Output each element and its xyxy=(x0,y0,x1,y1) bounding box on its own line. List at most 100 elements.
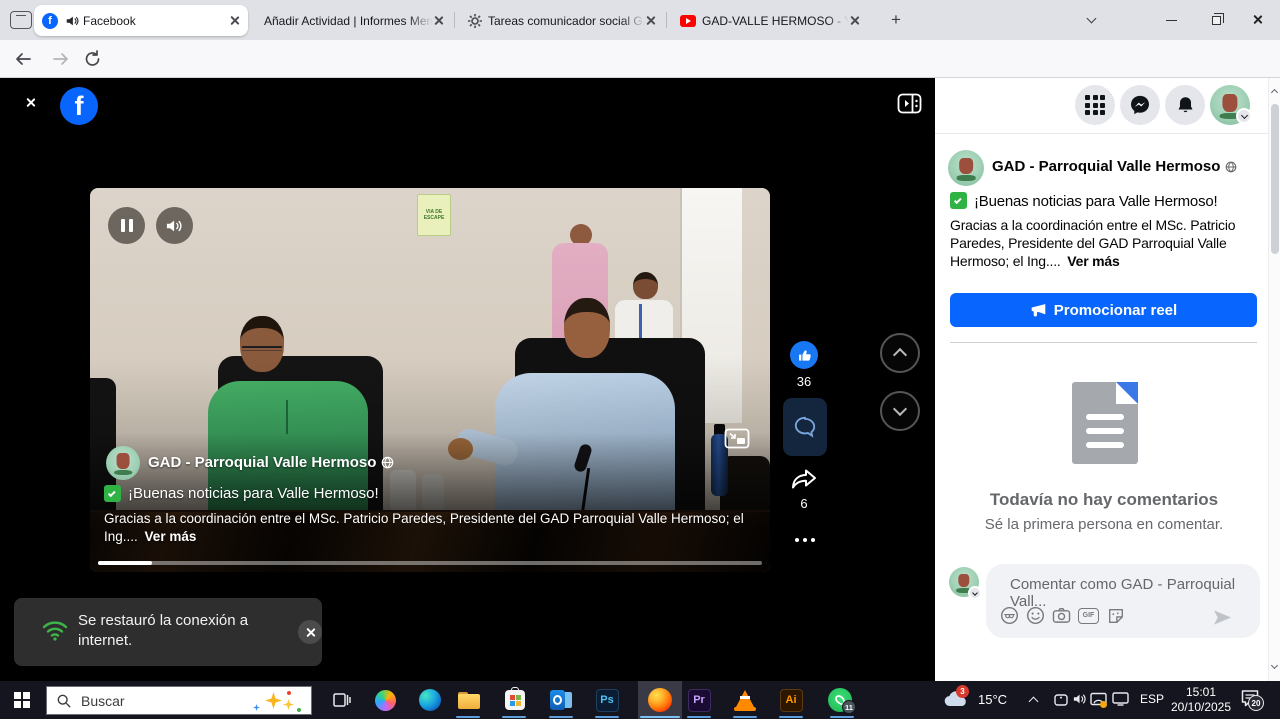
list-tabs-chevron-icon[interactable] xyxy=(1087,14,1097,24)
camera-icon[interactable] xyxy=(1052,606,1071,625)
page-avatar[interactable] xyxy=(106,446,140,480)
more-options-icon[interactable] xyxy=(795,538,815,542)
page-name: GAD - Parroquial Valle Hermoso xyxy=(992,158,1220,175)
phone-link-icon[interactable] xyxy=(1053,692,1069,713)
scroll-up-icon[interactable] xyxy=(1270,89,1277,96)
volume-button[interactable] xyxy=(156,207,193,244)
promote-reel-button[interactable]: Promocionar reel xyxy=(950,293,1257,327)
back-button[interactable] xyxy=(14,51,32,67)
reel-video[interactable]: VIA DE ESCAPE xyxy=(90,188,770,572)
tab-label: Añadir Actividad | Informes Mensua xyxy=(264,14,433,28)
firefox-view-icon[interactable] xyxy=(10,11,32,29)
toast-close-button[interactable] xyxy=(298,620,322,644)
emoji-smiley-icon[interactable] xyxy=(1026,606,1045,625)
premiere-button[interactable]: Pr xyxy=(687,688,711,712)
photoshop-button[interactable]: Ps xyxy=(595,688,619,712)
page-avatar[interactable] xyxy=(948,150,984,186)
comment-bubble-icon xyxy=(792,414,818,440)
chevron-up-icon xyxy=(893,348,907,362)
sidebar-scrollbar[interactable] xyxy=(1268,78,1280,681)
tab-youtube[interactable]: GAD-VALLE HERMOSO - YouTu xyxy=(672,5,868,36)
scroll-down-icon[interactable] xyxy=(1270,662,1277,669)
scrollbar-thumb[interactable] xyxy=(1271,104,1279,254)
tab-close-icon[interactable] xyxy=(433,15,444,26)
wifi-icon xyxy=(42,619,68,641)
new-tab-button[interactable]: + xyxy=(886,10,906,30)
picture-in-picture-icon[interactable] xyxy=(724,428,750,449)
send-comment-icon[interactable] xyxy=(1212,608,1233,627)
facebook-logo[interactable]: f xyxy=(60,87,98,125)
weather-button[interactable]: 3 xyxy=(942,689,970,711)
task-view-button[interactable] xyxy=(330,688,354,712)
vlc-cone-icon xyxy=(734,690,756,711)
tray-expand-icon[interactable] xyxy=(1029,697,1039,707)
tab-tareas[interactable]: Tareas comunicador social GAD xyxy=(460,5,664,36)
sticker-icon[interactable] xyxy=(1106,606,1125,625)
page-name-row[interactable]: GAD - Parroquial Valle Hermoso xyxy=(992,158,1237,175)
previous-reel-button[interactable] xyxy=(880,333,920,373)
see-more-link[interactable]: Ver más xyxy=(145,529,197,544)
clock[interactable]: 15:01 20/10/2025 xyxy=(1165,685,1237,715)
next-reel-button[interactable] xyxy=(880,391,920,431)
network-icon[interactable] xyxy=(1112,692,1129,711)
escape-route-sign: VIA DE ESCAPE xyxy=(417,194,451,236)
post-body: Gracias a la coordinación entre el MSc. … xyxy=(950,216,1270,270)
comments-toggle-button[interactable] xyxy=(783,398,827,456)
window-close-button[interactable] xyxy=(1238,0,1278,40)
notification-center-button[interactable]: 20 xyxy=(1240,689,1266,711)
collapse-sidebar-icon[interactable] xyxy=(897,93,922,114)
comment-composer[interactable]: Comentar como GAD - Parroquial Vall... G… xyxy=(986,564,1260,638)
start-button[interactable] xyxy=(10,688,34,712)
speaker-figure-head xyxy=(564,298,610,358)
avatar-sticker-icon[interactable] xyxy=(1000,606,1019,625)
like-button[interactable] xyxy=(790,341,818,369)
check-emoji xyxy=(104,485,121,502)
connection-toast: Se restauró la conexión a internet. xyxy=(14,598,322,666)
apps-menu-button[interactable] xyxy=(1075,85,1115,125)
pause-icon xyxy=(121,219,133,232)
post-headline: ¡Buenas noticias para Valle Hermoso! xyxy=(974,193,1217,210)
tab-close-icon[interactable] xyxy=(849,15,860,26)
whatsapp-button[interactable]: 11 xyxy=(828,688,852,712)
edge-button[interactable] xyxy=(418,688,442,712)
copilot-icon xyxy=(375,690,396,711)
tray-volume-icon[interactable] xyxy=(1072,692,1088,711)
tab-label: GAD-VALLE HERMOSO - YouTu xyxy=(702,14,849,28)
progress-track[interactable] xyxy=(98,561,762,565)
notifications-button[interactable] xyxy=(1165,85,1205,125)
illustrator-button[interactable]: Ai xyxy=(779,688,803,712)
progress-fill xyxy=(98,561,152,565)
language-indicator[interactable]: ESP xyxy=(1140,692,1164,706)
cast-screen-icon[interactable] xyxy=(1090,692,1107,712)
taskbar-search-box[interactable]: Buscar xyxy=(46,686,312,715)
file-explorer-button[interactable] xyxy=(457,688,481,712)
tab-informes[interactable]: Añadir Actividad | Informes Mensua xyxy=(256,5,452,36)
forward-button[interactable] xyxy=(52,51,70,67)
messenger-button[interactable] xyxy=(1120,85,1160,125)
youtube-favicon xyxy=(680,15,696,27)
reload-button[interactable] xyxy=(84,50,101,68)
tab-close-icon[interactable] xyxy=(645,15,656,26)
divider xyxy=(935,133,1268,134)
copilot-button[interactable] xyxy=(373,688,397,712)
tab-audio-icon[interactable] xyxy=(65,14,79,28)
share-arrow-icon[interactable] xyxy=(791,467,818,492)
outlook-button[interactable] xyxy=(549,688,573,712)
see-more-link[interactable]: Ver más xyxy=(1067,253,1119,269)
firefox-button[interactable] xyxy=(648,688,672,712)
tab-facebook[interactable]: f Facebook xyxy=(34,5,248,36)
firefox-icon xyxy=(648,688,672,712)
empty-comments-title: Todavía no hay comentarios xyxy=(935,490,1273,510)
whatsapp-badge: 11 xyxy=(842,700,856,714)
bell-icon xyxy=(1175,95,1196,116)
toast-message: Se restauró la conexión a internet. xyxy=(78,611,263,651)
pause-button[interactable] xyxy=(108,207,145,244)
window-minimize-button[interactable] xyxy=(1151,0,1191,40)
composer-chevron-badge xyxy=(968,586,982,600)
window-restore-button[interactable] xyxy=(1196,0,1236,40)
gif-icon[interactable]: GIF xyxy=(1078,608,1099,624)
microsoft-store-button[interactable] xyxy=(503,688,527,712)
tab-close-icon[interactable] xyxy=(229,15,240,26)
overlay-page-name-row[interactable]: GAD - Parroquial Valle Hermoso xyxy=(148,454,394,471)
vlc-button[interactable] xyxy=(733,688,757,712)
